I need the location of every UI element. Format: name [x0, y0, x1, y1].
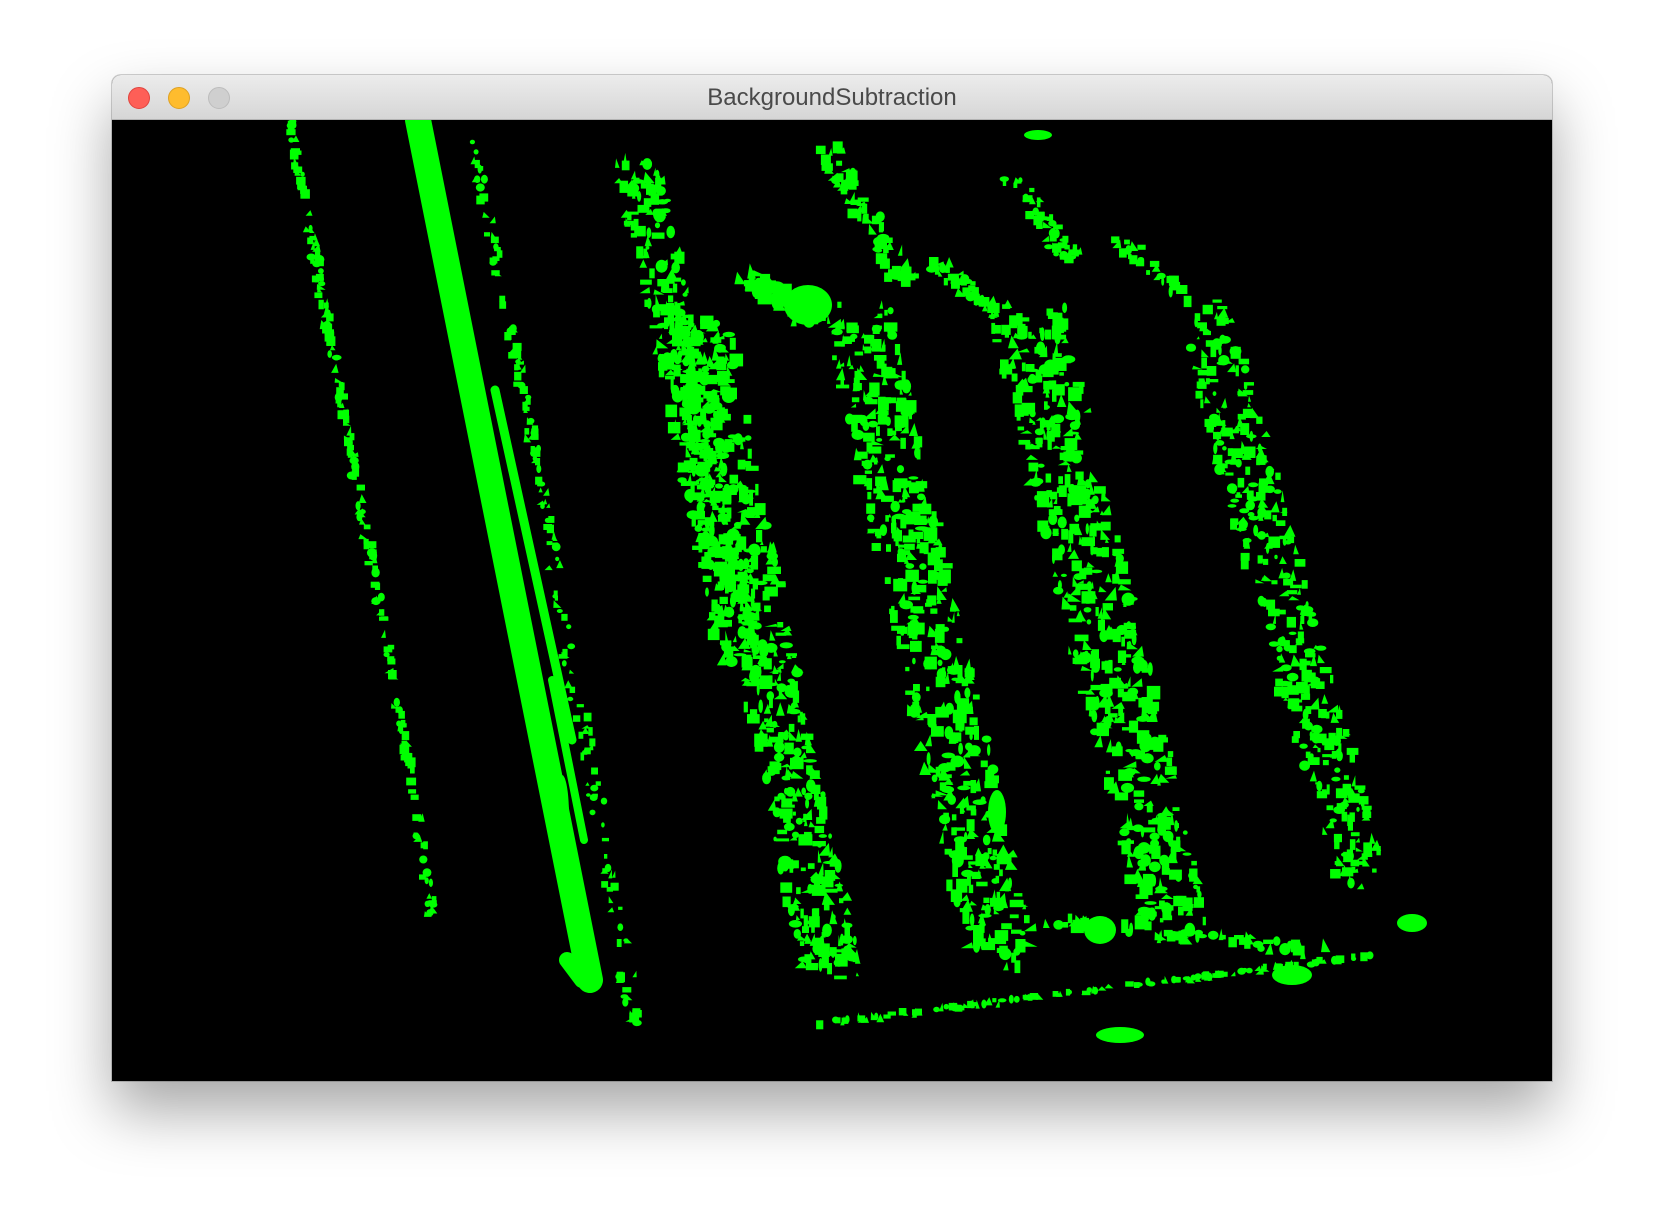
title-bar[interactable]: BackgroundSubtraction [112, 75, 1552, 120]
foreground-mask [112, 120, 1552, 1081]
window-title: BackgroundSubtraction [707, 84, 957, 111]
app-window: BackgroundSubtraction [112, 75, 1552, 1081]
video-frame [112, 120, 1552, 1081]
